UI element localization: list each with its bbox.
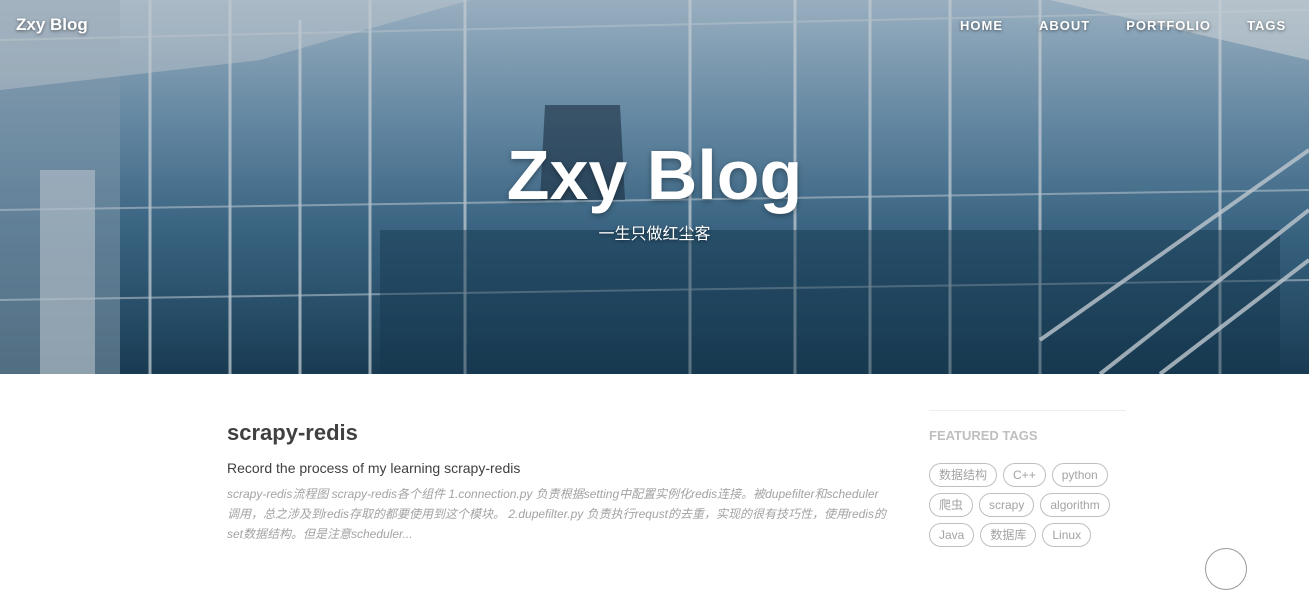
tag-database[interactable]: 数据库 bbox=[980, 523, 1037, 547]
post-preview[interactable]: scrapy-redis Record the process of my le… bbox=[227, 420, 887, 544]
site-title: Zxy Blog bbox=[506, 136, 803, 214]
tag-crawler[interactable]: 爬虫 bbox=[929, 493, 974, 517]
featured-tags-heading: FEATURED TAGS bbox=[929, 428, 1038, 443]
tag-python[interactable]: python bbox=[1051, 463, 1108, 487]
site-subtitle: 一生只做红尘客 bbox=[598, 226, 711, 243]
nav-about[interactable]: ABOUT bbox=[1039, 18, 1090, 33]
tag-scrapy[interactable]: scrapy bbox=[979, 493, 1035, 517]
tag-linux[interactable]: Linux bbox=[1042, 523, 1092, 547]
tag-data-structures[interactable]: 数据结构 bbox=[929, 463, 998, 487]
header-hero-image: Zxy Blog HOME ABOUT PORTFOLIO TAGS Zxy B… bbox=[0, 0, 1309, 374]
tag-cpp[interactable]: C++ bbox=[1003, 463, 1046, 487]
brand-logo-link[interactable]: Zxy Blog bbox=[16, 15, 88, 35]
main-navigation: HOME ABOUT PORTFOLIO TAGS bbox=[960, 18, 1309, 33]
tag-java[interactable]: Java bbox=[929, 523, 975, 547]
tag-algorithm[interactable]: algorithm bbox=[1040, 493, 1110, 517]
post-title-link[interactable]: scrapy-redis bbox=[227, 420, 887, 446]
back-to-top-button[interactable] bbox=[1205, 548, 1247, 590]
nav-home[interactable]: HOME bbox=[960, 18, 1003, 33]
post-subtitle: Record the process of my learning scrapy… bbox=[227, 460, 521, 476]
nav-portfolio[interactable]: PORTFOLIO bbox=[1126, 18, 1211, 33]
featured-tags-list: 数据结构 C++ python 爬虫 scrapy algorithm Java… bbox=[929, 463, 1126, 547]
sidebar-divider bbox=[929, 410, 1126, 411]
sidebar: FEATURED TAGS 数据结构 C++ python 爬虫 scrapy … bbox=[929, 410, 1126, 547]
post-excerpt: scrapy-redis流程图 scrapy-redis各个组件 1.conne… bbox=[227, 487, 886, 541]
nav-tags[interactable]: TAGS bbox=[1247, 18, 1286, 33]
